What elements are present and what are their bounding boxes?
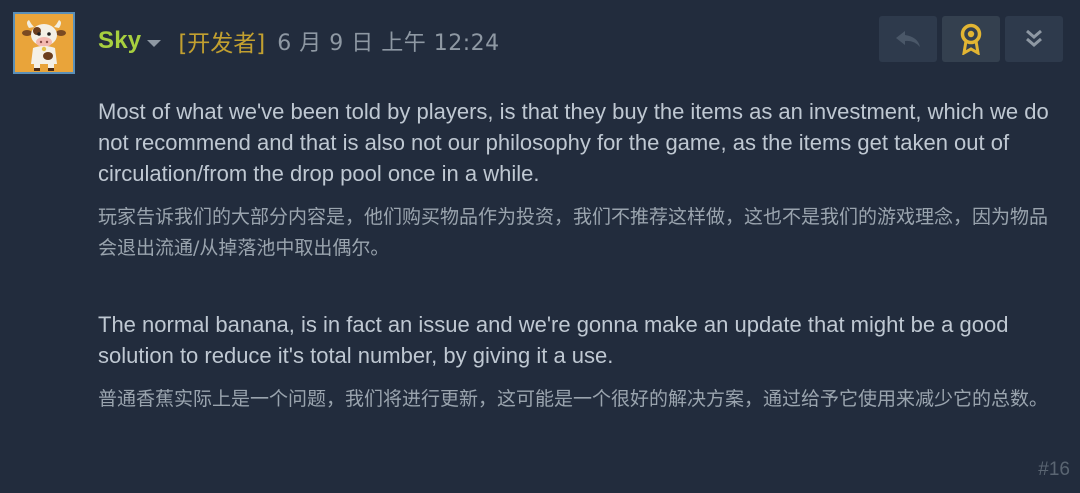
paragraph-chinese: 普通香蕉实际上是一个问题，我们将进行更新，这可能是一个很好的解决方案，通过给予它… — [98, 388, 1049, 410]
reply-icon — [896, 31, 920, 47]
award-icon — [960, 23, 982, 55]
forum-post: Sky [开发者] 6 月 9 日 上午 12:24 Most of what … — [0, 0, 1080, 493]
post-header: Sky [开发者] 6 月 9 日 上午 12:24 — [98, 24, 500, 58]
avatar[interactable] — [13, 12, 75, 74]
expand-down-icon — [1026, 29, 1042, 47]
award-button[interactable] — [942, 16, 1000, 62]
post-timestamp: 6 月 9 日 上午 12:24 — [277, 31, 500, 56]
author-menu-chevron-down-icon[interactable] — [147, 39, 162, 47]
paragraph-english: The normal banana, is in fact an issue a… — [98, 312, 1009, 368]
post-number[interactable]: #16 — [1038, 459, 1070, 481]
post-actions — [879, 16, 1063, 62]
cow-avatar-icon — [15, 14, 73, 72]
reply-button[interactable] — [879, 16, 937, 62]
paragraph-english: Most of what we've been told by players,… — [98, 99, 1049, 186]
author-name[interactable]: Sky — [98, 27, 141, 55]
expand-button[interactable] — [1005, 16, 1063, 62]
developer-badge: [开发者] — [178, 31, 266, 57]
paragraph-chinese: 玩家告诉我们的大部分内容是，他们购买物品作为投资，我们不推荐这样做，这也不是我们… — [98, 206, 1049, 259]
